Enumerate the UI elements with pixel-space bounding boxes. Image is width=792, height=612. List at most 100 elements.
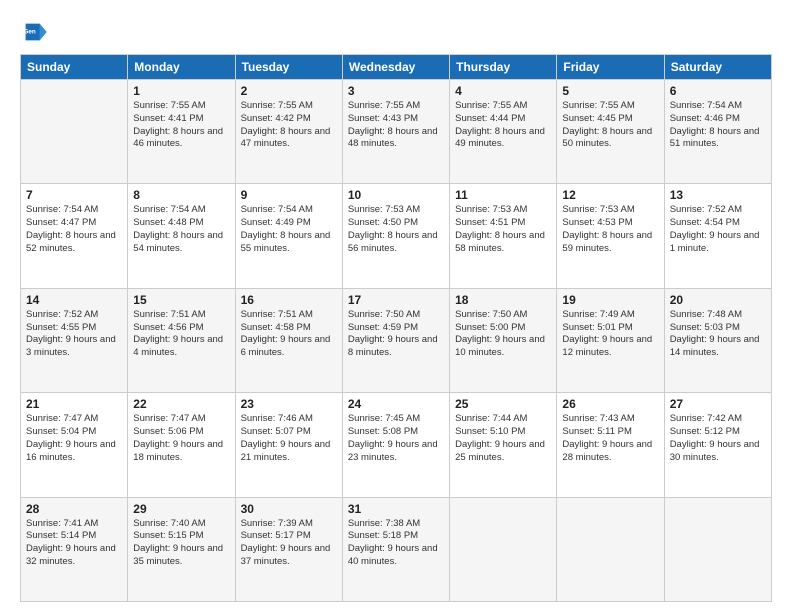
calendar-cell: 21 Sunrise: 7:47 AM Sunset: 5:04 PM Dayli… [21, 393, 128, 497]
calendar-cell: 8 Sunrise: 7:54 AM Sunset: 4:48 PM Daylig… [128, 184, 235, 288]
calendar-cell: 4 Sunrise: 7:55 AM Sunset: 4:44 PM Daylig… [450, 80, 557, 184]
day-number: 9 [241, 188, 337, 202]
day-number: 14 [26, 293, 122, 307]
weekday-header-thursday: Thursday [450, 55, 557, 80]
day-number: 26 [562, 397, 658, 411]
day-info: Sunrise: 7:42 AM Sunset: 5:12 PM Dayligh… [670, 413, 766, 464]
calendar-cell: 15Sunrise: 7:51 AM Sunset: 4:56 PM Dayli… [128, 288, 235, 392]
day-number: 10 [348, 188, 444, 202]
calendar-cell: 27 Sunrise: 7:42 AM Sunset: 5:12 PM Dayli… [664, 393, 771, 497]
day-info: Sunrise: 7:50 AM Sunset: 4:59 PM Dayligh… [348, 309, 444, 360]
day-info: Sunrise: 7:51 AM Sunset: 4:56 PM Dayligh… [133, 309, 229, 360]
calendar-cell: 22 Sunrise: 7:47 AM Sunset: 5:06 PM Dayli… [128, 393, 235, 497]
day-number: 11 [455, 188, 551, 202]
day-info: Sunrise: 7:41 AM Sunset: 5:14 PM Dayligh… [26, 518, 122, 569]
day-number: 25 [455, 397, 551, 411]
day-info: Sunrise: 7:48 AM Sunset: 5:03 PM Dayligh… [670, 309, 766, 360]
day-info: Sunrise: 7:55 AM Sunset: 4:43 PM Dayligh… [348, 100, 444, 151]
day-info: Sunrise: 7:45 AM Sunset: 5:08 PM Dayligh… [348, 413, 444, 464]
svg-text:Gen: Gen [24, 28, 36, 35]
calendar-cell: 28 Sunrise: 7:41 AM Sunset: 5:14 PM Dayli… [21, 497, 128, 601]
day-info: Sunrise: 7:55 AM Sunset: 4:44 PM Dayligh… [455, 100, 551, 151]
day-number: 31 [348, 502, 444, 516]
day-number: 20 [670, 293, 766, 307]
day-number: 3 [348, 84, 444, 98]
day-info: Sunrise: 7:55 AM Sunset: 4:41 PM Dayligh… [133, 100, 229, 151]
calendar-table: SundayMondayTuesdayWednesdayThursdayFrid… [20, 54, 772, 602]
week-row-1: 7Sunrise: 7:54 AM Sunset: 4:47 PM Daylig… [21, 184, 772, 288]
day-number: 7 [26, 188, 122, 202]
day-number: 8 [133, 188, 229, 202]
day-number: 2 [241, 84, 337, 98]
page: Gen SundayMondayTuesdayWednesdayThursday… [0, 0, 792, 612]
day-info: Sunrise: 7:52 AM Sunset: 4:54 PM Dayligh… [670, 204, 766, 255]
day-info: Sunrise: 7:47 AM Sunset: 5:06 PM Dayligh… [133, 413, 229, 464]
day-number: 13 [670, 188, 766, 202]
calendar-cell: 6Sunrise: 7:54 AM Sunset: 4:46 PM Daylig… [664, 80, 771, 184]
day-info: Sunrise: 7:54 AM Sunset: 4:48 PM Dayligh… [133, 204, 229, 255]
day-info: Sunrise: 7:38 AM Sunset: 5:18 PM Dayligh… [348, 518, 444, 569]
calendar-cell: 25 Sunrise: 7:44 AM Sunset: 5:10 PM Dayli… [450, 393, 557, 497]
calendar-cell: 2 Sunrise: 7:55 AM Sunset: 4:42 PM Daylig… [235, 80, 342, 184]
day-info: Sunrise: 7:49 AM Sunset: 5:01 PM Dayligh… [562, 309, 658, 360]
weekday-header-friday: Friday [557, 55, 664, 80]
week-row-2: 14 Sunrise: 7:52 AM Sunset: 4:55 PM Dayli… [21, 288, 772, 392]
calendar-cell: 11Sunrise: 7:53 AM Sunset: 4:51 PM Dayli… [450, 184, 557, 288]
calendar-cell: 24 Sunrise: 7:45 AM Sunset: 5:08 PM Dayli… [342, 393, 449, 497]
logo-icon: Gen [20, 18, 48, 46]
header: Gen [20, 18, 772, 46]
week-row-3: 21 Sunrise: 7:47 AM Sunset: 5:04 PM Dayli… [21, 393, 772, 497]
day-number: 29 [133, 502, 229, 516]
weekday-header-wednesday: Wednesday [342, 55, 449, 80]
calendar-cell: 18 Sunrise: 7:50 AM Sunset: 5:00 PM Dayli… [450, 288, 557, 392]
week-row-0: 1Sunrise: 7:55 AM Sunset: 4:41 PM Daylig… [21, 80, 772, 184]
calendar-cell: 17Sunrise: 7:50 AM Sunset: 4:59 PM Dayli… [342, 288, 449, 392]
day-info: Sunrise: 7:54 AM Sunset: 4:49 PM Dayligh… [241, 204, 337, 255]
calendar-cell: 30Sunrise: 7:39 AM Sunset: 5:17 PM Dayli… [235, 497, 342, 601]
day-info: Sunrise: 7:47 AM Sunset: 5:04 PM Dayligh… [26, 413, 122, 464]
day-number: 27 [670, 397, 766, 411]
logo: Gen [20, 18, 52, 46]
day-number: 30 [241, 502, 337, 516]
calendar-cell [557, 497, 664, 601]
calendar-cell: 7Sunrise: 7:54 AM Sunset: 4:47 PM Daylig… [21, 184, 128, 288]
day-number: 22 [133, 397, 229, 411]
day-number: 28 [26, 502, 122, 516]
calendar-cell [664, 497, 771, 601]
day-number: 21 [26, 397, 122, 411]
day-number: 12 [562, 188, 658, 202]
calendar-cell: 3 Sunrise: 7:55 AM Sunset: 4:43 PM Daylig… [342, 80, 449, 184]
calendar-cell: 9 Sunrise: 7:54 AM Sunset: 4:49 PM Daylig… [235, 184, 342, 288]
calendar-cell: 20 Sunrise: 7:48 AM Sunset: 5:03 PM Dayli… [664, 288, 771, 392]
calendar-cell: 16Sunrise: 7:51 AM Sunset: 4:58 PM Dayli… [235, 288, 342, 392]
day-info: Sunrise: 7:52 AM Sunset: 4:55 PM Dayligh… [26, 309, 122, 360]
weekday-header-saturday: Saturday [664, 55, 771, 80]
weekday-header-monday: Monday [128, 55, 235, 80]
day-number: 18 [455, 293, 551, 307]
calendar-cell: 23Sunrise: 7:46 AM Sunset: 5:07 PM Dayli… [235, 393, 342, 497]
day-info: Sunrise: 7:50 AM Sunset: 5:00 PM Dayligh… [455, 309, 551, 360]
weekday-header-tuesday: Tuesday [235, 55, 342, 80]
day-info: Sunrise: 7:53 AM Sunset: 4:53 PM Dayligh… [562, 204, 658, 255]
day-info: Sunrise: 7:55 AM Sunset: 4:45 PM Dayligh… [562, 100, 658, 151]
day-info: Sunrise: 7:43 AM Sunset: 5:11 PM Dayligh… [562, 413, 658, 464]
calendar-cell: 12 Sunrise: 7:53 AM Sunset: 4:53 PM Dayli… [557, 184, 664, 288]
calendar-cell: 5 Sunrise: 7:55 AM Sunset: 4:45 PM Daylig… [557, 80, 664, 184]
day-number: 19 [562, 293, 658, 307]
calendar-cell: 10Sunrise: 7:53 AM Sunset: 4:50 PM Dayli… [342, 184, 449, 288]
calendar-cell: 29 Sunrise: 7:40 AM Sunset: 5:15 PM Dayli… [128, 497, 235, 601]
day-number: 5 [562, 84, 658, 98]
calendar-cell: 26 Sunrise: 7:43 AM Sunset: 5:11 PM Dayli… [557, 393, 664, 497]
calendar-cell: 19 Sunrise: 7:49 AM Sunset: 5:01 PM Dayli… [557, 288, 664, 392]
day-number: 4 [455, 84, 551, 98]
day-info: Sunrise: 7:55 AM Sunset: 4:42 PM Dayligh… [241, 100, 337, 151]
day-number: 16 [241, 293, 337, 307]
day-number: 24 [348, 397, 444, 411]
day-info: Sunrise: 7:40 AM Sunset: 5:15 PM Dayligh… [133, 518, 229, 569]
weekday-header-row: SundayMondayTuesdayWednesdayThursdayFrid… [21, 55, 772, 80]
calendar-cell: 13 Sunrise: 7:52 AM Sunset: 4:54 PM Dayli… [664, 184, 771, 288]
calendar-cell: 31 Sunrise: 7:38 AM Sunset: 5:18 PM Dayli… [342, 497, 449, 601]
calendar-cell [21, 80, 128, 184]
day-info: Sunrise: 7:44 AM Sunset: 5:10 PM Dayligh… [455, 413, 551, 464]
calendar-cell [450, 497, 557, 601]
